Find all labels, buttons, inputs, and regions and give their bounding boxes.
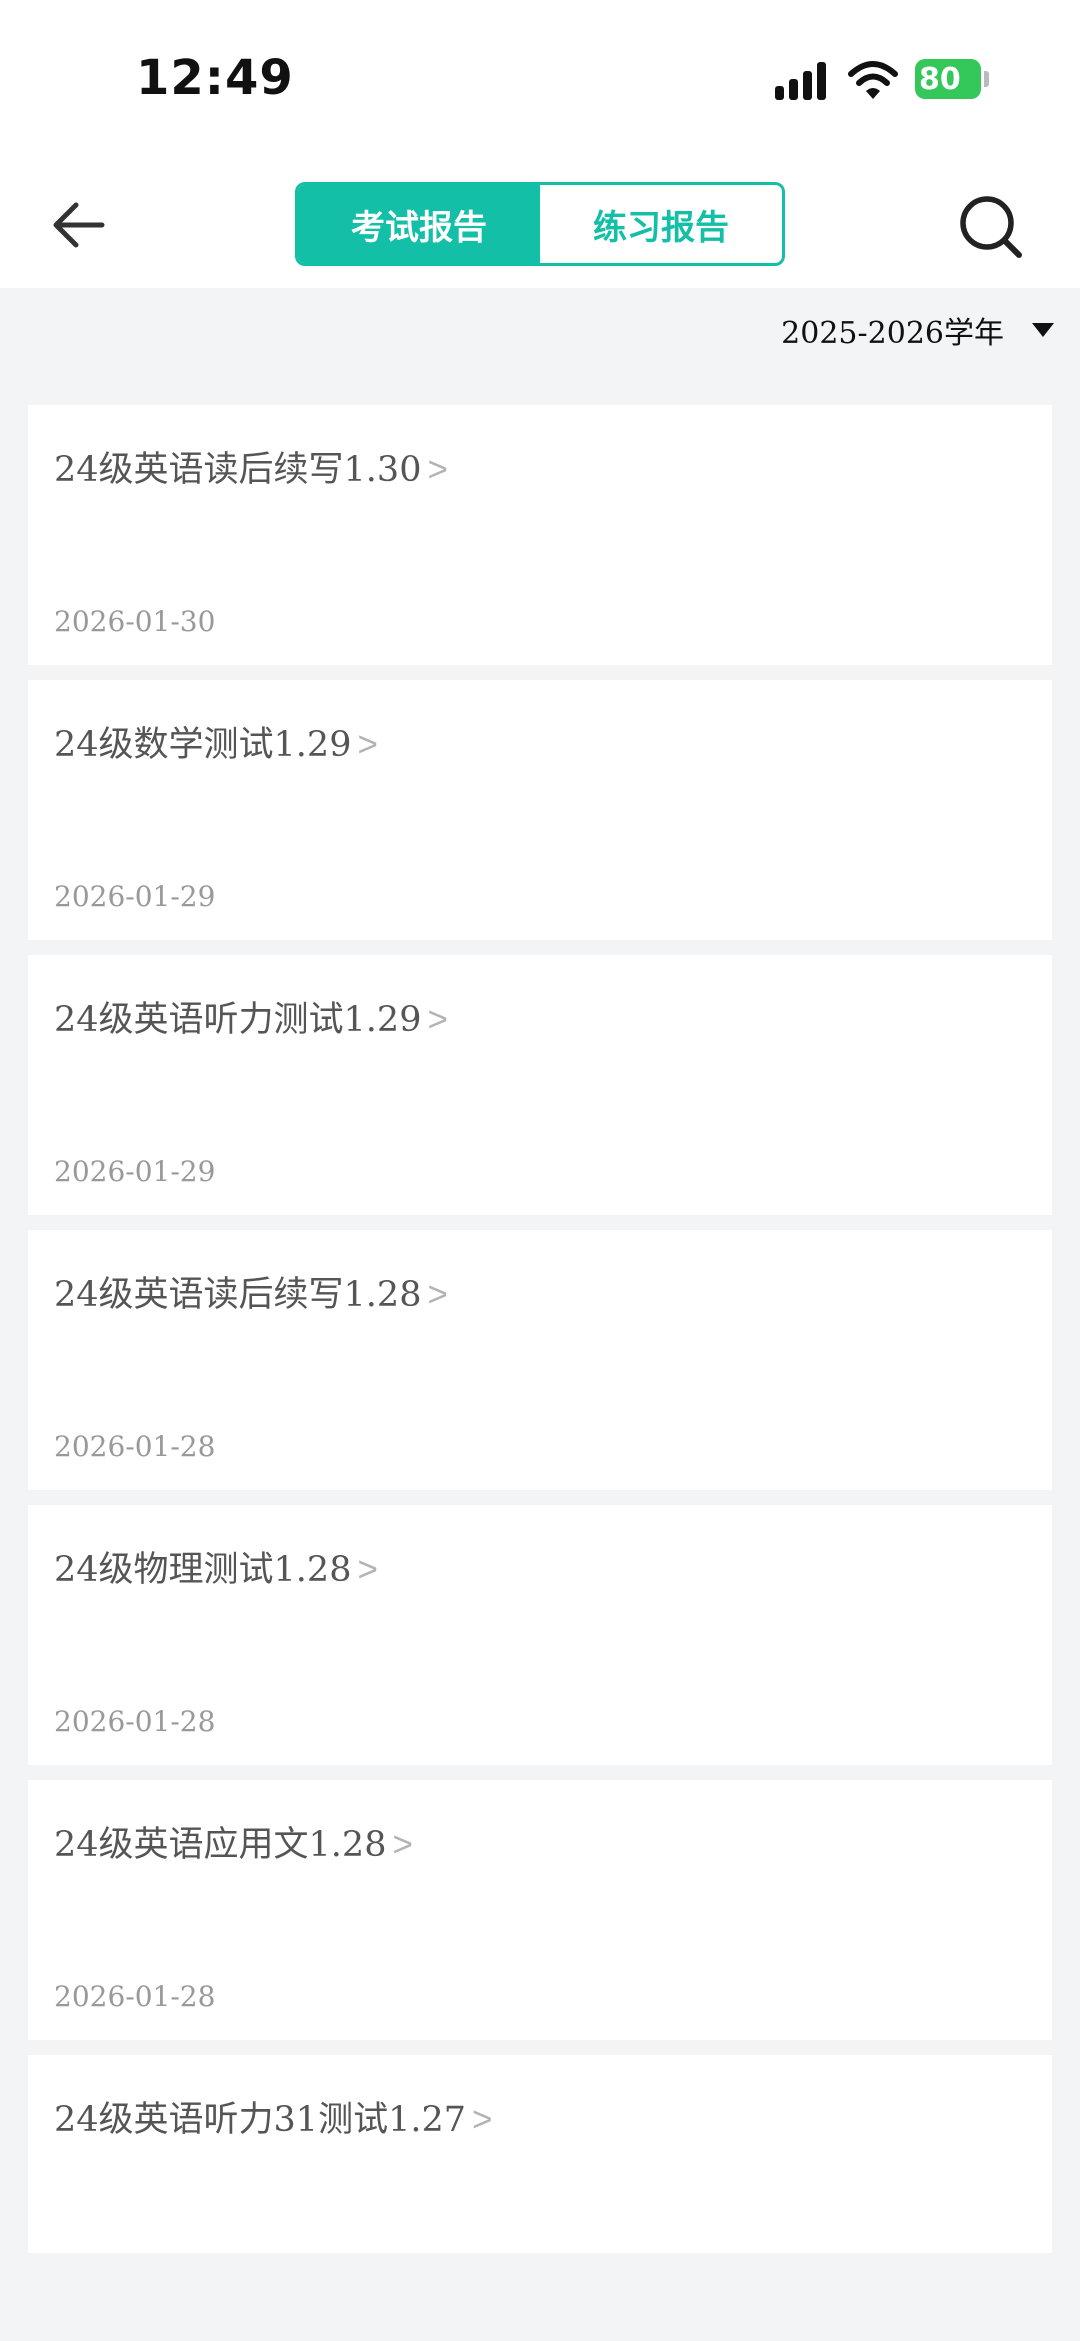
report-title: 24级英语应用文1.28 > [54, 1825, 413, 1865]
report-title: 24级英语听力31测试1.27 > [54, 2100, 493, 2140]
back-arrow-icon[interactable] [50, 200, 106, 250]
chevron-right-icon: > [357, 725, 378, 764]
report-date: 2026-01-28 [54, 1980, 216, 2013]
tab-exam-report[interactable]: 考试报告 [298, 185, 540, 263]
chevron-right-icon: > [392, 1825, 413, 1864]
search-icon[interactable] [958, 194, 1024, 260]
report-type-switch: 考试报告 练习报告 [295, 182, 785, 266]
report-title: 24级英语读后续写1.30 > [54, 450, 448, 490]
report-card[interactable]: 24级数学测试1.29 > 2026-01-29 [28, 680, 1052, 940]
battery-icon: 80 [915, 59, 991, 99]
chevron-right-icon: > [357, 1550, 378, 1589]
caret-down-icon [1032, 323, 1054, 337]
status-time: 12:49 [136, 50, 294, 106]
school-year-filter[interactable]: 2025-2026学年 [781, 308, 1054, 352]
report-card[interactable]: 24级英语读后续写1.28 > 2026-01-28 [28, 1230, 1052, 1490]
chevron-right-icon: > [427, 1275, 448, 1314]
report-title: 24级英语读后续写1.28 > [54, 1275, 448, 1315]
report-card[interactable]: 24级物理测试1.28 > 2026-01-28 [28, 1505, 1052, 1765]
report-date: 2026-01-29 [54, 1155, 216, 1188]
school-year-label: 2025-2026学年 [781, 316, 1004, 351]
report-title: 24级物理测试1.28 > [54, 1550, 378, 1590]
cellular-signal-icon [775, 62, 826, 100]
wifi-icon [848, 61, 898, 99]
battery-level: 80 [919, 62, 961, 97]
report-card[interactable]: 24级英语应用文1.28 > 2026-01-28 [28, 1780, 1052, 2040]
report-card[interactable]: 24级英语听力31测试1.27 > [28, 2055, 1052, 2253]
report-date: 2026-01-29 [54, 880, 216, 913]
chevron-right-icon: > [427, 1000, 448, 1039]
report-date: 2026-01-28 [54, 1705, 216, 1738]
report-card[interactable]: 24级英语读后续写1.30 > 2026-01-30 [28, 405, 1052, 665]
tab-practice-report[interactable]: 练习报告 [540, 185, 782, 263]
report-date: 2026-01-28 [54, 1430, 216, 1463]
report-date: 2026-01-30 [54, 605, 216, 638]
status-bar: 12:49 80 [0, 0, 1080, 160]
report-card[interactable]: 24级英语听力测试1.29 > 2026-01-29 [28, 955, 1052, 1215]
report-title: 24级数学测试1.29 > [54, 725, 378, 765]
chevron-right-icon: > [427, 450, 448, 489]
nav-bar: 考试报告 练习报告 [0, 160, 1080, 288]
report-title: 24级英语听力测试1.29 > [54, 1000, 448, 1040]
chevron-right-icon: > [472, 2100, 493, 2139]
report-list: 24级英语读后续写1.30 > 2026-01-30 24级数学测试1.29 > 2… [28, 405, 1052, 2253]
